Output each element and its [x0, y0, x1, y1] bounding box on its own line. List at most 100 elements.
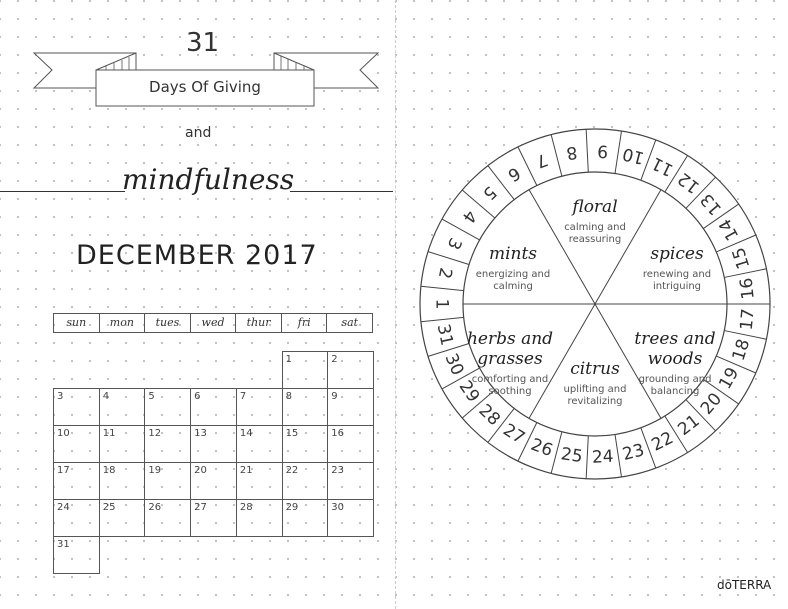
segment-description: comforting and — [472, 374, 548, 385]
segment-description: balancing — [651, 386, 700, 397]
segment-title: grasses — [477, 349, 543, 369]
segment-description: intriguing — [653, 281, 701, 292]
segment-description: calming — [493, 281, 533, 292]
calendar-day-number: 11 — [102, 428, 116, 439]
calendar-day-number: 3 — [57, 391, 64, 402]
segment-description: renewing and — [643, 269, 711, 280]
wheel-day-number: 17 — [737, 308, 759, 332]
calendar-day-cell: 31 — [53, 536, 100, 574]
calendar-day-cell: 19 — [144, 462, 192, 500]
wheel-day-number: 24 — [591, 447, 614, 468]
weekday-sun: sun — [54, 314, 100, 332]
segment-title: trees and — [634, 329, 715, 349]
calendar-day-cell: 18 — [98, 462, 146, 500]
calendar-day-cell: 3 — [53, 388, 100, 426]
calendar-day-cell: 7 — [235, 388, 283, 426]
calendar-day-number: 20 — [194, 465, 207, 476]
calendar-day-number: 16 — [331, 428, 345, 439]
calendar-day-number: 28 — [239, 502, 253, 513]
segment-description: calming and — [564, 222, 626, 233]
calendar-day-cell: 6 — [190, 388, 237, 426]
weekday-sat: sat — [341, 316, 359, 329]
calendar-day-number: 2 — [331, 354, 338, 365]
calendar-day-cell: 29 — [281, 499, 329, 537]
wheel-day-number: 9 — [597, 140, 609, 161]
calendar-day-cell: 4 — [98, 388, 146, 426]
calendar-day-number: 10 — [57, 428, 70, 439]
calendar-day-number: 18 — [102, 465, 116, 476]
calendar-day-cell: 11 — [98, 425, 146, 463]
brand-logo: dōTERRA — [717, 578, 772, 592]
banner-text: Days Of Giving — [149, 78, 261, 96]
calendar-day-number: 17 — [57, 465, 70, 476]
calendar-day-number: 6 — [194, 391, 201, 402]
wheel-day-number: 31 — [433, 322, 457, 347]
segment-title: woods — [648, 349, 703, 369]
segment-title: mints — [489, 244, 537, 264]
calendar-grid: sun mon tues wed thur fri sat 1234567891… — [53, 313, 374, 574]
weekday-fri: fri — [282, 314, 328, 332]
wheel-day-number: 1 — [432, 299, 452, 310]
calendar-day-number: 23 — [331, 465, 345, 476]
swash-line-right — [290, 191, 393, 192]
calendar-day-cell: 2 — [327, 351, 374, 389]
calendar-day-number: 15 — [285, 428, 299, 439]
segment-description: revitalizing — [567, 396, 622, 407]
calendar-day-cell: 5 — [144, 388, 192, 426]
calendar-day-number: 24 — [57, 502, 70, 513]
calendar-day-cell: 22 — [281, 462, 329, 500]
calendar-day-cell: 15 — [281, 425, 329, 463]
calendar-day-cell: 12 — [144, 425, 192, 463]
calendar-day-number: 25 — [102, 502, 116, 513]
conjunction-text: and — [185, 125, 212, 141]
calendar-day-cell: 13 — [190, 425, 237, 463]
calendar-day-number: 29 — [285, 502, 299, 513]
calendar-day-cell: 25 — [98, 499, 146, 537]
segment-description: soothing — [488, 386, 531, 397]
segment-title: citrus — [570, 359, 620, 379]
segment-title: herbs and — [467, 329, 553, 349]
segment-title: spices — [650, 244, 704, 264]
calendar-day-cell: 16 — [327, 425, 374, 463]
calendar-title: DECEMBER 2017 — [76, 240, 318, 271]
calendar-day-number: 26 — [148, 502, 162, 513]
calendar-day-cell: 26 — [144, 499, 192, 537]
calendar-day-number: 13 — [194, 428, 207, 439]
calendar-day-number: 30 — [331, 502, 345, 513]
calendar-day-cell: 30 — [327, 499, 374, 537]
mood-wheel: 1234567 8 9 10 11121314151617181920212223242… — [419, 128, 771, 480]
calendar-day-cell: 21 — [235, 462, 283, 500]
calendar-day-number: 22 — [285, 465, 299, 476]
weekday-wed: wed — [191, 314, 237, 332]
calendar-day-number: 14 — [239, 428, 253, 439]
segment-description: uplifting and — [564, 384, 627, 395]
segment-title: floral — [570, 197, 617, 217]
calendar-day-cell: 28 — [235, 499, 283, 537]
weekday-header: sun mon tues wed thur fri sat — [53, 313, 373, 333]
swash-line-left — [0, 191, 125, 192]
calendar-day-number: 21 — [239, 465, 253, 476]
calendar-day-cell: 17 — [53, 462, 100, 500]
calendar-day-cell: 8 — [281, 388, 329, 426]
calendar-day-number: 8 — [285, 391, 292, 402]
calendar-day-cell: 24 — [53, 499, 100, 537]
calendar-day-number: 19 — [148, 465, 162, 476]
wheel-day-number: 25 — [560, 444, 584, 467]
calendar-day-cell: 20 — [190, 462, 237, 500]
calendar-day-number: 27 — [194, 502, 207, 513]
calendar-day-number: 7 — [239, 391, 247, 402]
script-title: mindfulness — [122, 163, 295, 196]
calendar-day-cell: 9 — [327, 388, 374, 426]
calendar-day-number: 12 — [148, 428, 162, 439]
segment-description: energizing and — [476, 269, 550, 280]
segment-description: grounding and — [639, 374, 712, 385]
segment-description: reassuring — [569, 234, 622, 245]
page-divider — [395, 0, 396, 609]
weekday-tues: tues — [145, 314, 191, 332]
calendar-day-number: 1 — [285, 354, 292, 365]
calendar-day-cell: 14 — [235, 425, 283, 463]
calendar-day-number: 31 — [57, 539, 70, 550]
calendar-day-number: 4 — [102, 391, 110, 402]
calendar-day-number: 5 — [148, 391, 155, 402]
weekday-mon: mon — [100, 314, 146, 332]
